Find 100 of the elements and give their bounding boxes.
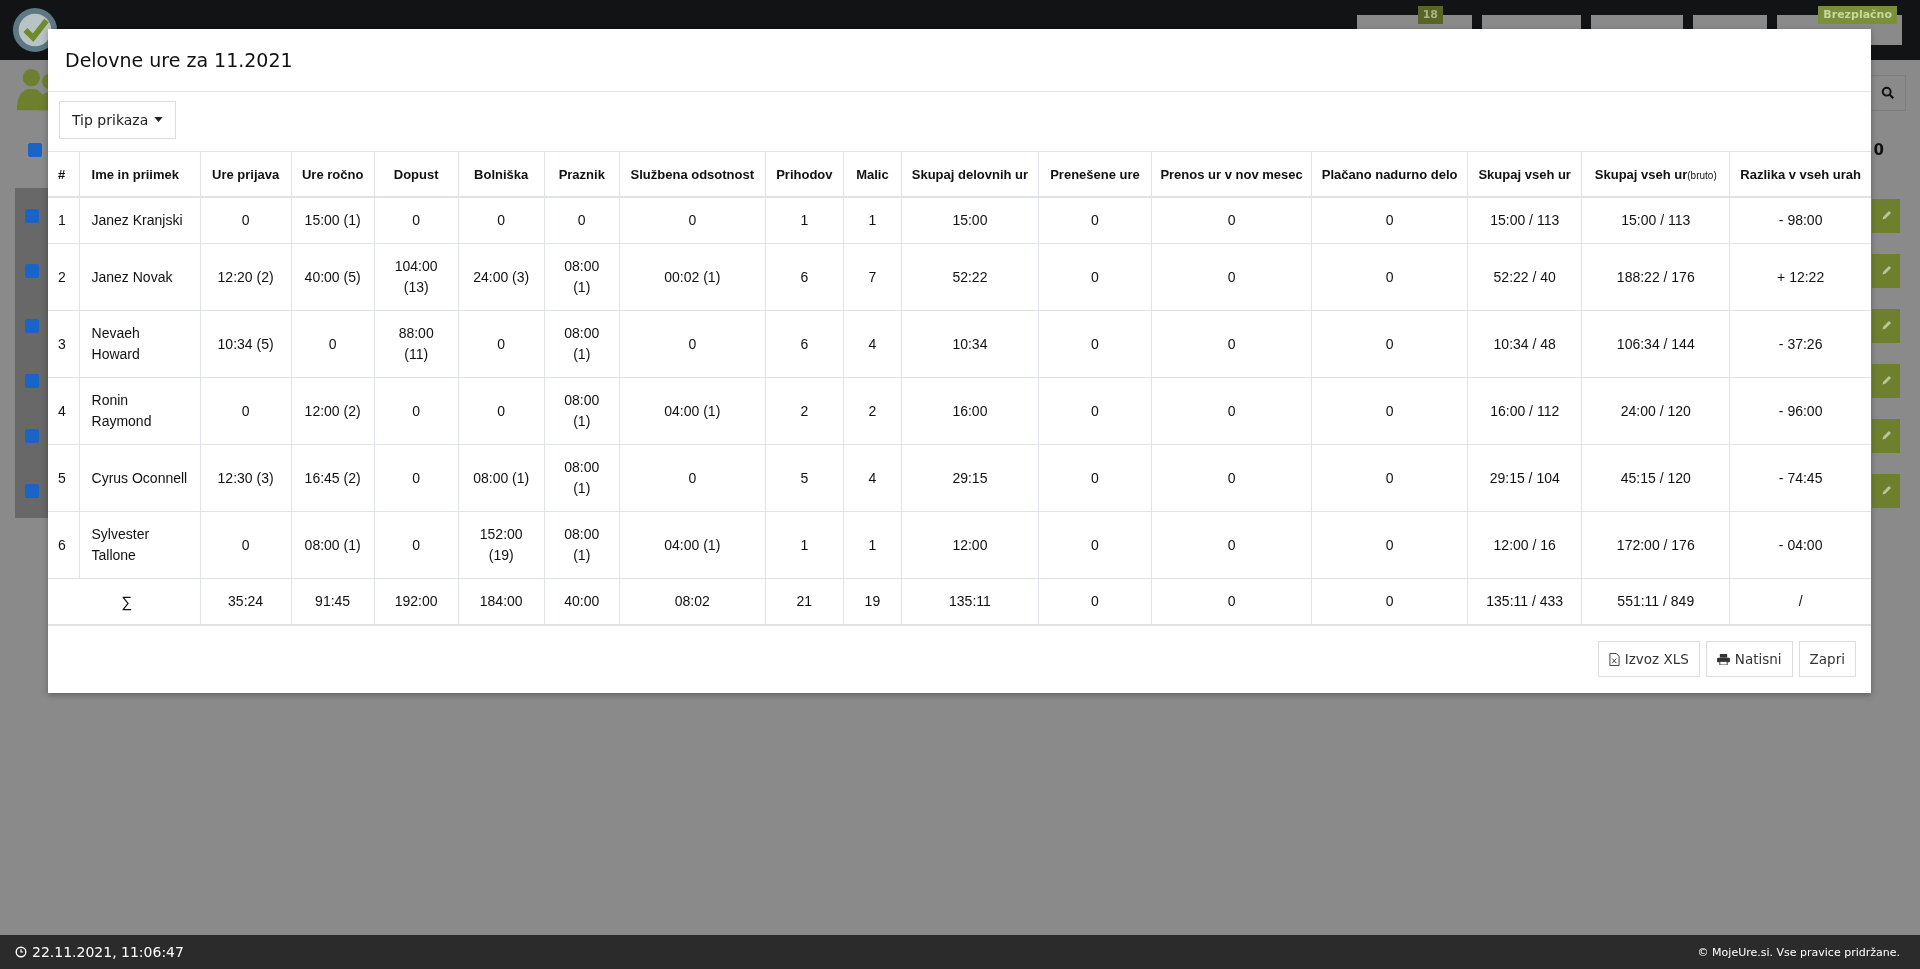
edit-button[interactable] <box>1872 198 1900 233</box>
edit-button[interactable] <box>1872 308 1900 343</box>
pencil-icon <box>1879 374 1893 387</box>
view-type-dropdown[interactable]: Tip prikaza <box>59 101 177 139</box>
table-cell: 0 <box>1038 310 1152 378</box>
table-cell: 0 <box>1151 310 1312 378</box>
table-cell: 04:00 (1) <box>619 377 766 445</box>
table-cell: 0 <box>200 197 292 244</box>
row-checkbox[interactable] <box>24 373 39 388</box>
column-header: Dopust <box>374 151 459 197</box>
table-cell: 15:00 (1) <box>291 197 375 244</box>
row-checkbox[interactable] <box>24 318 39 333</box>
total-cell: 135:11 / 433 <box>1467 578 1582 625</box>
table-cell: 7 <box>843 243 902 311</box>
table-cell: Janez Novak <box>79 243 201 311</box>
table-cell: 106:34 / 144 <box>1581 310 1730 378</box>
table-cell: 40:00 (5) <box>291 243 375 311</box>
column-header: Bolniška <box>458 151 545 197</box>
table-cell: 5 <box>765 444 844 512</box>
table-cell: 1 <box>843 197 902 244</box>
table-cell: 29:15 / 104 <box>1467 444 1582 512</box>
table-cell: 0 <box>1038 377 1152 445</box>
table-cell: 6 <box>765 243 844 311</box>
timestamp-text: 22.11.2021, 11:06:47 <box>32 944 184 960</box>
table-cell: 2 <box>48 243 79 311</box>
total-cell: 19 <box>843 578 902 625</box>
table-cell: 0 <box>374 511 459 579</box>
table-cell: 24:00 / 120 <box>1581 377 1730 445</box>
count-badge: 18 <box>1417 6 1443 24</box>
table-cell: 0 <box>1038 511 1152 579</box>
column-header: Skupaj vseh ur <box>1467 151 1582 197</box>
table-cell: 6 <box>765 310 844 378</box>
plan-badge: Brezplačno <box>1818 6 1897 24</box>
total-cell: 08:02 <box>619 578 766 625</box>
table-cell: 88:00 (11) <box>374 310 459 378</box>
table-cell: 10:34 (5) <box>200 310 292 378</box>
table-cell: 0 <box>1311 511 1468 579</box>
table-cell: 0 <box>1311 197 1468 244</box>
table-cell: 0 <box>291 310 375 378</box>
row-checkbox[interactable] <box>24 483 39 498</box>
table-cell: 0 <box>374 377 459 445</box>
table-cell: 0 <box>544 197 620 244</box>
table-cell: 16:45 (2) <box>291 444 375 512</box>
total-cell: 21 <box>765 578 844 625</box>
column-header: # <box>48 151 79 197</box>
total-cell: 0 <box>1151 578 1312 625</box>
table-cell: 0 <box>1151 377 1312 445</box>
export-button[interactable]: Izvoz XLS <box>1597 641 1700 677</box>
column-header: Prenešene ure <box>1038 151 1152 197</box>
select-all-checkbox[interactable] <box>28 143 42 157</box>
total-cell: 0 <box>1038 578 1152 625</box>
table-cell: 10:34 / 48 <box>1467 310 1582 378</box>
table-cell: 52:22 / 40 <box>1467 243 1582 311</box>
table-cell: 0 <box>1151 444 1312 512</box>
table-cell: 0 <box>1311 377 1468 445</box>
table-cell: 08:00 (1) <box>544 511 620 579</box>
table-cell: 24:00 (3) <box>458 243 545 311</box>
table-cell: 0 <box>1038 197 1152 244</box>
table-cell: 08:00 (1) <box>544 243 620 311</box>
column-header: Službena odsotnost <box>619 151 766 197</box>
total-cell: 91:45 <box>291 578 375 625</box>
column-header: Praznik <box>544 151 620 197</box>
column-header: 0 <box>1873 141 1884 159</box>
table-cell: 0 <box>619 310 766 378</box>
column-header: Prenos ur v nov mesec <box>1151 151 1312 197</box>
table-cell: 12:30 (3) <box>200 444 292 512</box>
table-cell: 12:00 (2) <box>291 377 375 445</box>
clock-icon <box>15 946 27 958</box>
table-cell: 12:20 (2) <box>200 243 292 311</box>
edit-button[interactable] <box>1872 253 1900 288</box>
table-cell: 00:02 (1) <box>619 243 766 311</box>
table-cell: 0 <box>374 197 459 244</box>
column-header: Skupaj vseh ur(bruto) <box>1581 151 1730 197</box>
row-checkbox[interactable] <box>24 263 39 278</box>
table-cell: 0 <box>619 444 766 512</box>
table-cell: 08:00 (1) <box>544 310 620 378</box>
table-cell: 0 <box>458 197 545 244</box>
table-cell: 3 <box>48 310 79 378</box>
table-cell: 152:00 (19) <box>458 511 545 579</box>
table-cell: 104:00 (13) <box>374 243 459 311</box>
print-button[interactable]: Natisni <box>1705 641 1793 677</box>
table-cell: 08:00 (1) <box>291 511 375 579</box>
table-cell: 4 <box>48 377 79 445</box>
table-cell: 0 <box>374 444 459 512</box>
table-cell: 6 <box>48 511 79 579</box>
edit-button[interactable] <box>1872 363 1900 398</box>
edit-button[interactable] <box>1872 418 1900 453</box>
close-button[interactable]: Zapri <box>1798 641 1856 677</box>
edit-button[interactable] <box>1872 473 1900 508</box>
pencil-icon <box>1879 319 1893 332</box>
modal-title: Delovne ure za 11.2021 <box>65 49 293 71</box>
table-cell: 16:00 <box>901 377 1039 445</box>
row-checkbox[interactable] <box>24 208 39 223</box>
row-checkbox[interactable] <box>24 428 39 443</box>
table-cell: 0 <box>1311 444 1468 512</box>
column-header: Ure ročno <box>291 151 375 197</box>
table-cell: 0 <box>200 377 292 445</box>
table-cell: 10:34 <box>901 310 1039 378</box>
table-cell: 188:22 / 176 <box>1581 243 1730 311</box>
table-cell: 0 <box>458 310 545 378</box>
